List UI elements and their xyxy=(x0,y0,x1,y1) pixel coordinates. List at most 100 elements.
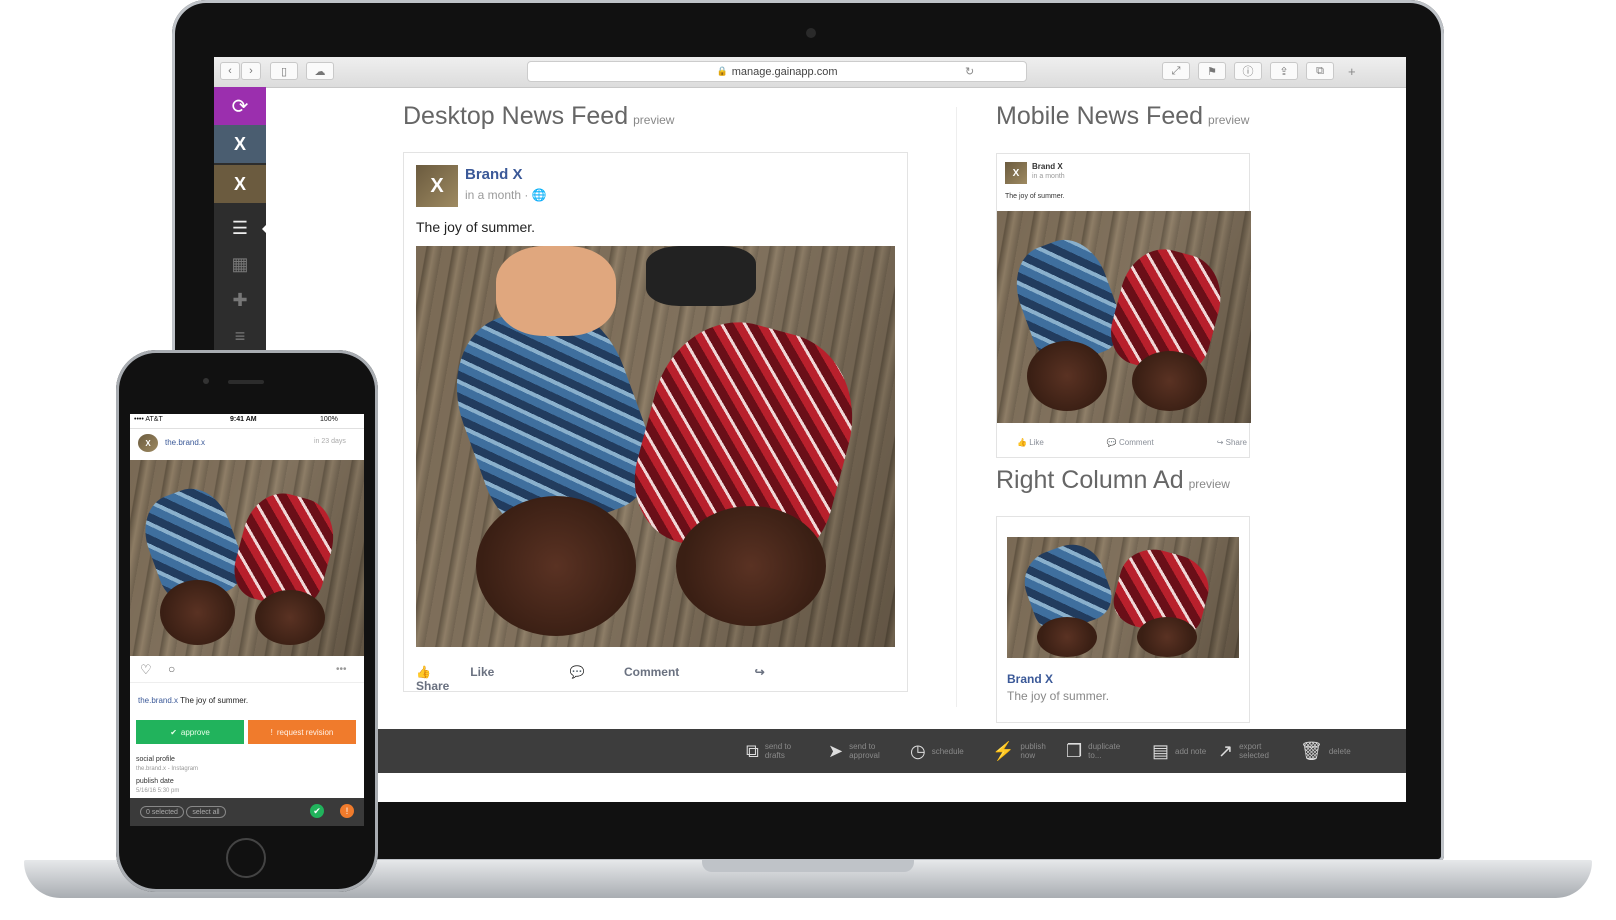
export-selected-button[interactable]: ↗ export selected xyxy=(1218,737,1273,765)
publish-date-value: 5/16/16 5:30 pm xyxy=(136,788,180,794)
ad-photo xyxy=(1007,537,1239,658)
comment-action[interactable]: 💬 Comment xyxy=(1107,438,1154,447)
calendar-icon[interactable]: ▦ xyxy=(214,247,266,281)
cloud-button[interactable]: ☁ xyxy=(306,62,334,80)
phone-home-button[interactable] xyxy=(226,838,266,878)
chevron-left-icon: ‹ xyxy=(228,65,232,77)
phone-speaker xyxy=(228,380,264,384)
forward-button[interactable]: › xyxy=(241,62,261,80)
selected-count: 0 selected xyxy=(140,806,184,818)
schedule-icon: ◷ xyxy=(910,740,926,761)
brand-name[interactable]: Brand X xyxy=(1032,162,1063,171)
comment-bubble-icon[interactable]: ○ xyxy=(168,662,175,676)
comment-action[interactable]: 💬 Comment xyxy=(570,665,716,679)
like-action[interactable]: 👍 Like xyxy=(1017,438,1044,447)
post-actions: 👍 Like 💬 Comment ↪ Share xyxy=(416,665,896,693)
post-text: The joy of summer. xyxy=(416,219,536,235)
laptop-camera xyxy=(806,28,816,38)
add-note-button[interactable]: ▤ add note xyxy=(1152,737,1209,765)
post-photo xyxy=(416,246,895,647)
cloud-icon: ☁ xyxy=(314,65,326,78)
send-to-approval-icon: ➤ xyxy=(828,740,844,761)
new-tab-icon[interactable]: + xyxy=(1348,64,1356,79)
avatar: X xyxy=(1005,162,1027,184)
sidebar-icon: ▯ xyxy=(280,65,288,78)
phone-battery: 100% xyxy=(320,416,338,423)
ig-username[interactable]: the.brand.x xyxy=(165,438,205,447)
desktop-feed-heading: Desktop News Feed preview xyxy=(403,102,675,130)
ad-brand-name[interactable]: Brand X xyxy=(1007,672,1053,686)
list-icon[interactable]: ☰ xyxy=(214,211,266,245)
post-time: in a month xyxy=(1032,173,1065,180)
brand-name[interactable]: Brand X xyxy=(465,166,523,183)
request-revision-button[interactable]: ! request revision xyxy=(248,720,356,744)
share-arrow-icon: ↪ xyxy=(754,665,765,679)
sliders-icon[interactable]: ≡ xyxy=(214,319,266,353)
check-circle-icon: ✔ xyxy=(170,727,177,737)
laptop-notch xyxy=(702,860,914,872)
post-text: The joy of summer. xyxy=(1005,193,1065,200)
mobile-feed-heading: Mobile News Feed preview xyxy=(996,102,1250,130)
post-actions: 👍 Like 💬 Comment ↪ Share xyxy=(1017,438,1247,447)
approve-button[interactable]: ✔ approve xyxy=(136,720,244,744)
back-button[interactable]: ‹ xyxy=(220,62,240,80)
share-button[interactable]: ⇪ xyxy=(1270,62,1298,80)
thumbs-up-icon: 👍 xyxy=(416,665,431,679)
more-icon[interactable]: ••• xyxy=(336,664,347,675)
extension-icon: ⤢ xyxy=(1171,64,1181,77)
tabs-icon: ⧉ xyxy=(1316,64,1324,77)
social-profile-label: social profile xyxy=(136,756,175,763)
extension-button[interactable]: ⤢ xyxy=(1162,62,1190,80)
agency-thumb[interactable]: X xyxy=(214,125,266,163)
info-button[interactable]: ⓘ xyxy=(1234,62,1262,80)
publish-now-icon: ⚡ xyxy=(992,740,1015,761)
active-pointer xyxy=(262,223,268,235)
comment-icon: 💬 xyxy=(569,665,585,679)
post-photo xyxy=(997,211,1251,423)
right-ad-heading: Right Column Ad preview xyxy=(996,466,1230,494)
duplicate-icon: ❐ xyxy=(1066,740,1083,761)
url-text: manage.gainapp.com xyxy=(731,65,838,78)
globe-icon: 🌐 xyxy=(531,188,547,202)
plus-icon[interactable]: ✚ xyxy=(214,283,266,317)
share-action[interactable]: ↪ Share xyxy=(1217,438,1247,447)
schedule-button[interactable]: ◷ schedule xyxy=(910,737,966,765)
delete-button[interactable]: 🗑 delete xyxy=(1300,737,1363,765)
info-icon: ⓘ xyxy=(1242,66,1254,78)
ig-caption: the.brand.x The joy of summer. xyxy=(138,696,249,705)
phone-screen: •••• AT&T 9:41 AM 100% X the.brand.x in … xyxy=(130,414,364,826)
approve-all-icon[interactable]: ✔ xyxy=(310,804,324,818)
heart-icon[interactable]: ♡ xyxy=(140,662,152,678)
bulk-action-bar: ⧉ send to drafts ➤ send to approval ◷ sched… xyxy=(266,729,1406,773)
select-all-button[interactable]: select all xyxy=(186,806,226,818)
browser-toolbar: ‹ › ▯ ☁ 🔒 manage.gainapp.com ↻ ⤢ ⚑ ⓘ ⇪ ⧉… xyxy=(214,57,1406,88)
brand-thumb[interactable]: X xyxy=(214,165,266,203)
send-to-drafts-button[interactable]: ⧉ send to drafts xyxy=(746,737,799,765)
tabs-button[interactable]: ⧉ xyxy=(1306,62,1334,80)
reload-icon[interactable]: ↻ xyxy=(965,65,974,78)
phone-clock: 9:41 AM xyxy=(230,416,257,423)
ig-post-time: in 23 days xyxy=(314,438,346,445)
add-note-icon: ▤ xyxy=(1152,740,1170,761)
column-divider xyxy=(956,107,957,707)
pin-icon: ⚑ xyxy=(1207,65,1217,78)
send-to-approval-button[interactable]: ➤ send to approval xyxy=(828,737,883,765)
desktop-feed-card: X Brand X in a month · 🌐 The joy of summ… xyxy=(403,152,908,693)
pin-button[interactable]: ⚑ xyxy=(1198,62,1226,80)
like-action[interactable]: 👍 Like xyxy=(416,665,530,679)
duplicate-button[interactable]: ❐ duplicate to... xyxy=(1066,737,1122,765)
phone-camera xyxy=(203,378,209,384)
post-time: in a month · 🌐 xyxy=(465,188,547,202)
address-bar[interactable]: 🔒 manage.gainapp.com xyxy=(527,61,1027,82)
gain-logo-icon[interactable]: ⟳ xyxy=(214,87,266,125)
publish-now-button[interactable]: ⚡ publish now xyxy=(992,737,1054,765)
revision-all-icon[interactable]: ! xyxy=(340,804,354,818)
delete-icon: 🗑 xyxy=(1300,740,1323,761)
right-ad-card: Brand X The joy of summer. xyxy=(996,516,1250,723)
share-icon: ⇪ xyxy=(1279,65,1289,78)
chevron-right-icon: › xyxy=(249,65,253,77)
export-icon: ↗ xyxy=(1218,740,1234,761)
avatar: X xyxy=(416,165,458,207)
sidebar-toggle-button[interactable]: ▯ xyxy=(270,62,298,80)
mobile-feed-card: X Brand X in a month The joy of summer. … xyxy=(996,153,1251,458)
